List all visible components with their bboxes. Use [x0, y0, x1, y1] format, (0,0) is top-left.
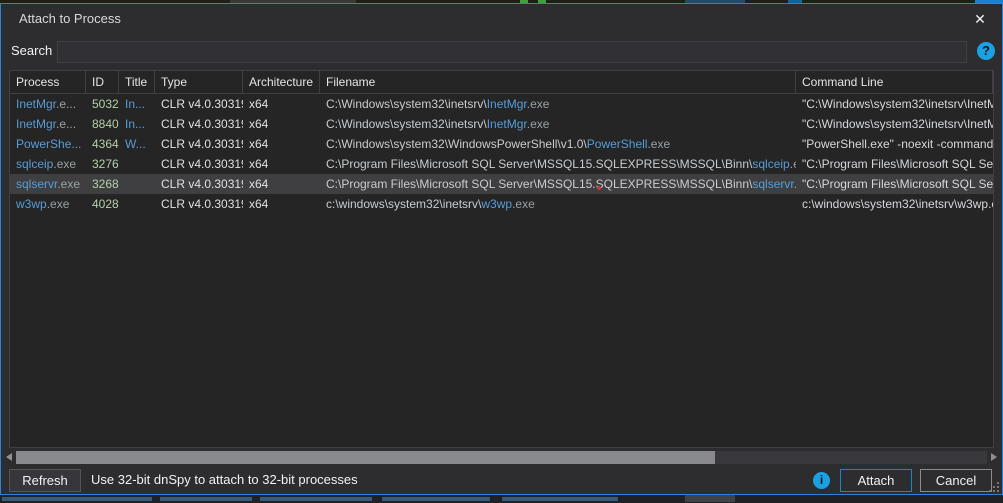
cell-id: 5032	[86, 94, 119, 114]
cell-title	[119, 154, 155, 174]
red-dot-artifact	[597, 186, 601, 190]
help-button[interactable]: ?	[977, 42, 995, 60]
process-row[interactable]: sqlservr.exe3268 CLR v4.0.30319x64C:\Prog…	[10, 174, 993, 194]
cell-title: W...	[119, 134, 155, 154]
cell-type: CLR v4.0.30319	[155, 94, 243, 114]
column-header-title[interactable]: Title	[119, 71, 155, 93]
cancel-button[interactable]: Cancel	[920, 469, 992, 492]
refresh-button[interactable]: Refresh	[9, 469, 81, 492]
background-fragment	[502, 497, 618, 501]
screen: Attach to Process ✕ Search ? ProcessIDTi…	[0, 0, 1003, 503]
cell-architecture: x64	[243, 174, 320, 194]
info-button[interactable]: i	[813, 472, 830, 489]
background-fragment	[2, 497, 152, 501]
cell-command-line: "C:\Windows\system32\inetsrv\InetMgr.exe…	[796, 94, 993, 114]
cell-filename: C:\Windows\system32\WindowsPowerShell\v1…	[320, 134, 796, 154]
process-list: ProcessIDTitleTypeArchitectureFilenameCo…	[9, 70, 994, 448]
process-row[interactable]: PowerShe...4364W...CLR v4.0.30319x64C:\W…	[10, 134, 993, 154]
help-icon: ?	[977, 42, 995, 60]
process-row[interactable]: InetMgr.e...8840In...CLR v4.0.30319x64C:…	[10, 114, 993, 134]
cell-architecture: x64	[243, 154, 320, 174]
cell-type: CLR v4.0.30319	[155, 114, 243, 134]
cell-process: InetMgr.e...	[10, 114, 86, 134]
column-header-type[interactable]: Type	[155, 71, 243, 93]
footer-note: Use 32-bit dnSpy to attach to 32-bit pro…	[91, 466, 358, 494]
process-row[interactable]: sqlceip.exe3276 CLR v4.0.30319x64C:\Progr…	[10, 154, 993, 174]
dialog-title: Attach to Process	[19, 4, 121, 33]
cell-title: In...	[119, 94, 155, 114]
cell-title	[119, 194, 155, 214]
attach-to-process-dialog: Attach to Process ✕ Search ? ProcessIDTi…	[0, 3, 1003, 495]
horizontal-scrollbar	[2, 449, 1001, 466]
cell-process: sqlservr.exe	[10, 174, 86, 194]
table-header: ProcessIDTitleTypeArchitectureFilenameCo…	[10, 71, 993, 94]
close-icon: ✕	[974, 11, 986, 27]
info-icon: i	[813, 472, 830, 489]
process-row[interactable]: w3wp.exe4028CLR v4.0.30319x64c:\windows\…	[10, 194, 993, 214]
cell-type: CLR v4.0.30319	[155, 134, 243, 154]
background-fragment	[160, 497, 252, 501]
search-input[interactable]	[57, 41, 967, 63]
cell-type: CLR v4.0.30319	[155, 154, 243, 174]
column-header-filename[interactable]: Filename	[320, 71, 796, 93]
background-fragment	[685, 495, 735, 502]
background-window-bottom-edge	[0, 495, 1003, 503]
search-label: Search	[11, 33, 52, 69]
cell-type: CLR v4.0.30319	[155, 174, 243, 194]
background-fragment	[382, 497, 490, 501]
cell-architecture: x64	[243, 134, 320, 154]
cell-id: 3268	[86, 174, 119, 194]
cell-filename: c:\windows\system32\inetsrv\w3wp.exe	[320, 194, 796, 214]
cell-command-line: "C:\Program Files\Microsoft SQL Server\M…	[796, 174, 993, 194]
cell-command-line: "C:\Program Files\Microsoft SQL Server\M…	[796, 154, 993, 174]
close-button[interactable]: ✕	[968, 8, 992, 30]
column-header-architecture[interactable]: Architecture	[243, 71, 320, 93]
cell-command-line: "PowerShell.exe" -noexit -command	[796, 134, 993, 154]
cell-process: sqlceip.exe	[10, 154, 86, 174]
cell-id: 4364	[86, 134, 119, 154]
cell-filename: C:\Windows\system32\inetsrv\InetMgr.exe	[320, 94, 796, 114]
cell-id: 4028	[86, 194, 119, 214]
search-row: Search ?	[1, 33, 1002, 69]
cell-title: In...	[119, 114, 155, 134]
cell-title	[119, 174, 155, 194]
scrollbar-thumb[interactable]	[16, 451, 715, 464]
cell-filename: C:\Program Files\Microsoft SQL Server\MS…	[320, 154, 796, 174]
column-header-id[interactable]: ID	[86, 71, 119, 93]
cell-id: 8840	[86, 114, 119, 134]
column-header-process[interactable]: Process	[10, 71, 86, 93]
scrollbar-right-arrow[interactable]	[987, 449, 1001, 466]
cell-architecture: x64	[243, 194, 320, 214]
column-header-command-line[interactable]: Command Line	[796, 71, 993, 93]
cell-process: InetMgr.e...	[10, 94, 86, 114]
cell-filename: C:\Windows\system32\inetsrv\InetMgr.exe	[320, 114, 796, 134]
scrollbar-track[interactable]	[16, 451, 987, 464]
cell-process: w3wp.exe	[10, 194, 86, 214]
dialog-footer: Refresh Use 32-bit dnSpy to attach to 32…	[1, 466, 1002, 494]
process-row[interactable]: InetMgr.e...5032In...CLR v4.0.30319x64C:…	[10, 94, 993, 114]
cell-architecture: x64	[243, 94, 320, 114]
cell-command-line: c:\windows\system32\inetsrv\w3wp.exe	[796, 194, 993, 214]
scrollbar-left-arrow[interactable]	[2, 449, 16, 466]
resize-grip[interactable]	[997, 490, 999, 492]
attach-button[interactable]: Attach	[840, 469, 912, 492]
table-body: InetMgr.e...5032In...CLR v4.0.30319x64C:…	[10, 94, 993, 214]
cell-id: 3276	[86, 154, 119, 174]
dialog-title-bar[interactable]: Attach to Process ✕	[1, 4, 1002, 33]
cell-process: PowerShe...	[10, 134, 86, 154]
cell-type: CLR v4.0.30319	[155, 194, 243, 214]
cell-architecture: x64	[243, 114, 320, 134]
cell-command-line: "C:\Windows\system32\inetsrv\InetMgr.exe…	[796, 114, 993, 134]
cell-filename: C:\Program Files\Microsoft SQL Server\MS…	[320, 174, 796, 194]
background-fragment	[260, 497, 372, 501]
